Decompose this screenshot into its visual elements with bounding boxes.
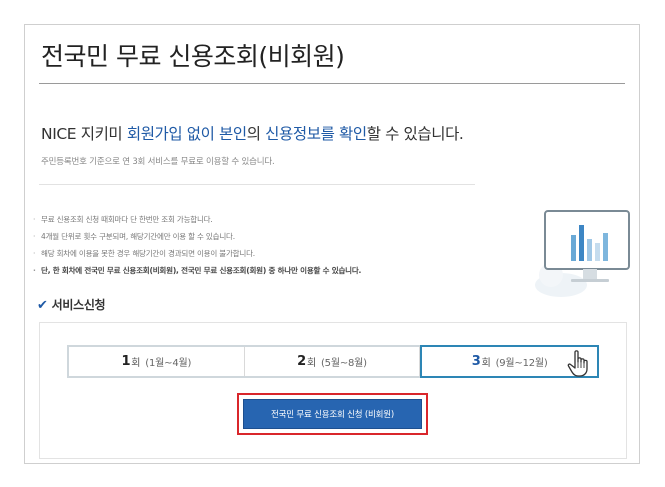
page-title: 전국민 무료 신용조회(비회원): [41, 42, 345, 71]
intro-highlight-check-credit: 신용정보를 확인: [265, 125, 367, 143]
hand-pointer-cursor-icon: [567, 350, 588, 377]
notice-item: · 단, 한 회차에 전국민 무료 신용조회(비회원), 전국민 무료 신용조회(…: [33, 262, 361, 279]
round-tabs: 1 회 (1월~4월) 2 회 (5월~8월) 3 회 (9월~12월): [67, 345, 600, 378]
notice-text: 무료 신용조회 신청 때회마다 단 한번만 조회 가능합니다.: [41, 215, 213, 224]
service-panel: 1 회 (1월~4월) 2 회 (5월~8월) 3 회 (9월~12월) 전국민 무료 신용…: [39, 322, 627, 459]
bullet: ·: [33, 266, 36, 275]
intro-mid: 의: [246, 125, 266, 143]
tab-number: 1: [121, 354, 131, 369]
check-icon: ✔: [37, 298, 48, 313]
tab-suffix: 회: [131, 358, 141, 369]
main-panel: 전국민 무료 신용조회(비회원) NICE 지키미 회원가입 없이 본인의 신용…: [24, 24, 640, 464]
tab-period: (5월~8월): [320, 358, 367, 369]
section-divider: [39, 184, 475, 185]
intro-prefix: NICE 지키미: [41, 125, 127, 143]
intro-highlight-no-signup: 회원가입 없이 본인: [126, 125, 247, 143]
title-divider: [39, 83, 625, 84]
tab-round-2[interactable]: 2 회 (5월~8월): [245, 347, 421, 376]
bullet: ·: [33, 215, 36, 224]
apply-free-credit-check-button[interactable]: 전국민 무료 신용조회 신청 (비회원): [243, 399, 422, 429]
intro-suffix: 할 수 있습니다.: [366, 125, 464, 143]
bullet: ·: [33, 232, 36, 241]
notice-list: · 무료 신용조회 신청 때회마다 단 한번만 조회 가능합니다. · 4개월 단위…: [33, 211, 361, 279]
service-section-title: ✔ 서비스신청: [37, 296, 106, 313]
notice-text: 4개월 단위로 횟수 구분되며, 해당기간에만 이용 할 수 있습니다.: [41, 232, 235, 241]
tab-number: 3: [471, 354, 481, 369]
notice-item: · 해당 회차에 이용을 못한 경우 해당기간이 경과되면 이용이 불가합니다.: [33, 245, 361, 262]
service-title-text: 서비스신청: [51, 298, 106, 312]
intro-headline: NICE 지키미 회원가입 없이 본인의 신용정보를 확인할 수 있습니다.: [41, 122, 464, 144]
tab-round-1[interactable]: 1 회 (1월~4월): [69, 347, 245, 376]
notice-text: 단, 한 회차에 전국민 무료 신용조회(비회원), 전국민 무료 신용조회(회…: [41, 266, 362, 275]
tab-period: (1월~4월): [145, 358, 192, 369]
notice-text: 해당 회차에 이용을 못한 경우 해당기간이 경과되면 이용이 불가합니다.: [41, 249, 255, 258]
notice-item: · 무료 신용조회 신청 때회마다 단 한번만 조회 가능합니다.: [33, 211, 361, 228]
apply-button-highlight: 전국민 무료 신용조회 신청 (비회원): [237, 393, 428, 435]
bullet: ·: [33, 249, 36, 258]
tab-suffix: 회: [306, 358, 316, 369]
monitor-chart-illustration: [535, 210, 630, 297]
tab-number: 2: [297, 354, 306, 369]
tab-suffix: 회: [481, 358, 491, 369]
intro-subline: 주민등록번호 기준으로 연 3회 서비스를 무료로 이용할 수 있습니다.: [41, 157, 275, 167]
tab-period: (9월~12월): [495, 358, 548, 369]
notice-item: · 4개월 단위로 횟수 구분되며, 해당기간에만 이용 할 수 있습니다.: [33, 228, 361, 245]
